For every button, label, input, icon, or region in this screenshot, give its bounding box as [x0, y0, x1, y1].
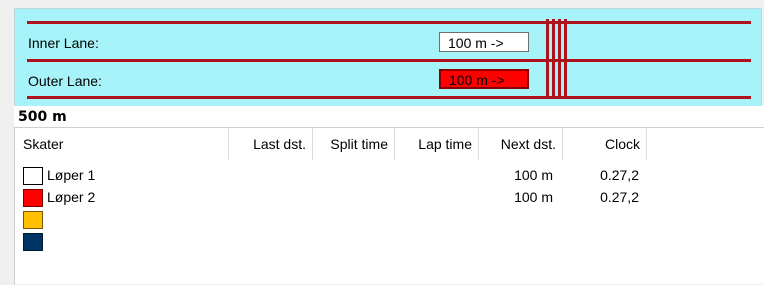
table-row[interactable]: Løper 2 100 m 0.27,2	[15, 187, 675, 209]
clock-value: 0.27,2	[600, 167, 639, 183]
col-header-last-dst[interactable]: Last dst.	[229, 128, 313, 160]
next-dst-value: 100 m	[514, 167, 553, 183]
finish-line-1	[546, 19, 549, 97]
skater-name: Løper 2	[47, 189, 96, 205]
lanes-panel: Inner Lane: 100 m -> Outer Lane: 100 m -…	[14, 8, 762, 108]
table-row[interactable]: Løper 1 100 m 0.27,2	[15, 165, 675, 187]
outer-lane-label: Outer Lane:	[28, 73, 102, 89]
clock-value: 0.27,2	[600, 189, 639, 205]
col-header-lap-time[interactable]: Lap time	[395, 128, 479, 160]
next-dst-value: 100 m	[514, 189, 553, 205]
finish-line-4	[564, 19, 567, 97]
finish-line-2	[552, 19, 555, 97]
col-header-next-dst[interactable]: Next dst.	[479, 128, 563, 160]
lane-line-top	[27, 21, 751, 24]
table-row[interactable]	[15, 231, 675, 253]
table-row[interactable]	[15, 209, 675, 231]
skater-color-swatch	[23, 167, 43, 185]
inner-lane-field[interactable]: 100 m ->	[439, 32, 529, 52]
finish-line-3	[558, 19, 561, 97]
skater-name: Løper 1	[47, 167, 96, 183]
lane-line-bottom	[27, 96, 751, 99]
skater-color-swatch	[23, 233, 43, 251]
skater-table[interactable]: Skater Last dst. Split time Lap time Nex…	[14, 127, 764, 285]
race-panel: 500 m Skater Last dst. Split time Lap ti…	[14, 106, 764, 285]
skater-color-swatch	[23, 189, 43, 207]
inner-lane-label: Inner Lane:	[28, 35, 99, 51]
lane-line-middle	[27, 59, 751, 62]
outer-lane-field[interactable]: 100 m ->	[439, 69, 529, 89]
col-header-clock[interactable]: Clock	[563, 128, 647, 160]
col-header-skater[interactable]: Skater	[15, 128, 229, 160]
skater-color-swatch	[23, 211, 43, 229]
distance-title: 500 m	[18, 109, 67, 125]
col-header-split-time[interactable]: Split time	[313, 128, 395, 160]
